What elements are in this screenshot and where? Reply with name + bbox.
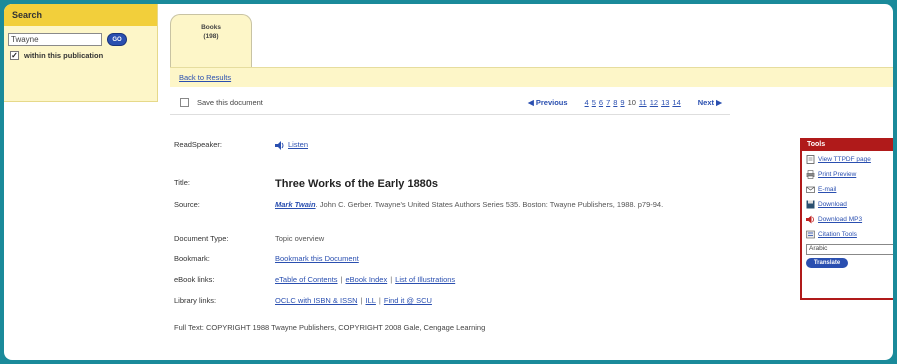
view-pdf-tool[interactable]: View TTPDF page bbox=[802, 153, 893, 166]
ebook-illustrations-link[interactable]: List of Illustrations bbox=[395, 275, 455, 284]
page-link[interactable]: 11 bbox=[639, 98, 647, 107]
page-link[interactable]: 14 bbox=[672, 98, 680, 107]
separator: | bbox=[390, 275, 393, 284]
page-link[interactable]: 9 bbox=[620, 98, 624, 107]
tab-books[interactable]: Books (198) bbox=[170, 14, 252, 68]
source-author-link[interactable]: Mark Twain bbox=[275, 200, 316, 209]
current-page: 10 bbox=[627, 98, 636, 107]
divider bbox=[170, 114, 730, 115]
find-it-link[interactable]: Find it @ SCU bbox=[384, 296, 432, 305]
tools-panel: Tools View TTPDF page Print Preview E-ma… bbox=[800, 138, 893, 300]
ebook-index-link[interactable]: eBook Index bbox=[346, 275, 388, 284]
page-icon bbox=[806, 155, 815, 164]
listen-button[interactable]: Listen bbox=[275, 140, 308, 150]
ill-link[interactable]: ILL bbox=[365, 296, 375, 305]
within-publication-option[interactable]: ✓ within this publication bbox=[10, 51, 103, 60]
page-link[interactable]: 8 bbox=[613, 98, 617, 107]
download-mp3-label: Download MP3 bbox=[818, 216, 863, 223]
within-publication-checkbox[interactable]: ✓ bbox=[10, 51, 19, 60]
save-document-option[interactable]: Save this document bbox=[180, 98, 263, 107]
title-row: Title: Three Works of the Early 1880s bbox=[174, 178, 438, 190]
translate-button[interactable]: Translate bbox=[806, 258, 848, 268]
search-header: Search bbox=[4, 4, 157, 26]
tools-header: Tools bbox=[802, 140, 893, 151]
previous-link[interactable]: ◀ Previous bbox=[528, 98, 568, 107]
speaker-icon bbox=[275, 140, 284, 150]
page-link[interactable]: 7 bbox=[606, 98, 610, 107]
within-publication-label: within this publication bbox=[24, 51, 104, 60]
oclc-link[interactable]: OCLC with ISBN & ISSN bbox=[275, 296, 358, 305]
separator: | bbox=[378, 296, 381, 305]
download-label: Download bbox=[818, 201, 847, 208]
citation-icon bbox=[806, 230, 815, 239]
full-text: Full Text: COPYRIGHT 1988 Twayne Publish… bbox=[174, 323, 486, 332]
library-links-label: Library links: bbox=[174, 296, 217, 305]
page-link[interactable]: 13 bbox=[661, 98, 669, 107]
ebook-links-label: eBook links: bbox=[174, 275, 215, 284]
view-pdf-label: View TTPDF page bbox=[818, 156, 871, 163]
citation-label: Citation Tools bbox=[818, 231, 857, 238]
download-mp3-tool[interactable]: Download MP3 bbox=[802, 213, 893, 226]
listen-link[interactable]: Listen bbox=[288, 140, 308, 150]
download-tool[interactable]: Download bbox=[802, 198, 893, 211]
page-link[interactable]: 4 bbox=[585, 98, 589, 107]
results-bar: Back to Results bbox=[170, 67, 893, 87]
page-link[interactable]: 5 bbox=[592, 98, 596, 107]
print-preview-tool[interactable]: Print Preview bbox=[802, 168, 893, 181]
readspeaker-label: ReadSpeaker: bbox=[174, 140, 222, 149]
back-to-results-link[interactable]: Back to Results bbox=[179, 73, 231, 82]
tab-books-label: Books bbox=[201, 24, 221, 31]
print-preview-label: Print Preview bbox=[818, 171, 857, 178]
bookmark-row: Bookmark: Bookmark this Document bbox=[174, 254, 359, 264]
speaker-icon bbox=[806, 215, 814, 224]
search-input[interactable] bbox=[8, 33, 102, 46]
doctype-value: Topic overview bbox=[275, 234, 325, 243]
download-icon bbox=[806, 200, 815, 209]
tab-books-count: (198) bbox=[203, 33, 219, 40]
doctype-label: Document Type: bbox=[174, 234, 229, 243]
ebook-links: eTable of Contents | eBook Index | List of I… bbox=[275, 275, 455, 285]
ebook-links-row: eBook links: eTable of Contents | eBook In… bbox=[174, 275, 455, 285]
source-value: Mark Twain. John C. Gerber. Twayne's Uni… bbox=[275, 200, 695, 210]
printer-icon bbox=[806, 170, 815, 179]
email-label: E-mail bbox=[818, 186, 837, 193]
next-link[interactable]: Next ▶ bbox=[698, 98, 722, 107]
ebook-toc-link[interactable]: eTable of Contents bbox=[275, 275, 338, 284]
go-button[interactable]: GO bbox=[107, 33, 127, 46]
source-label: Source: bbox=[174, 200, 200, 209]
source-row: Source: Mark Twain. John C. Gerber. Tway… bbox=[174, 200, 695, 210]
language-select[interactable]: Arabic bbox=[806, 244, 893, 255]
library-links: OCLC with ISBN & ISSN | ILL | Find it @ SCU bbox=[275, 296, 432, 306]
page-link[interactable]: 6 bbox=[599, 98, 603, 107]
search-panel: Search GO ✓ within this publication bbox=[4, 4, 158, 102]
page-frame: Search GO ✓ within this publication Book… bbox=[4, 4, 893, 360]
source-citation: . John C. Gerber. Twayne's United States… bbox=[315, 200, 664, 209]
separator: | bbox=[360, 296, 363, 305]
pager: ◀ Previous 4 5 6 7 8 9 10 11 12 13 14 Ne… bbox=[528, 98, 722, 107]
title-value: Three Works of the Early 1880s bbox=[275, 178, 439, 190]
save-document-checkbox[interactable] bbox=[180, 98, 189, 107]
doctype-row: Document Type: Topic overview bbox=[174, 234, 324, 244]
readspeaker-row: ReadSpeaker: Listen bbox=[174, 140, 308, 150]
citation-tool[interactable]: Citation Tools bbox=[802, 228, 893, 241]
separator: | bbox=[340, 275, 343, 284]
email-tool[interactable]: E-mail bbox=[802, 183, 893, 196]
bookmark-label: Bookmark: bbox=[174, 254, 210, 263]
page-link[interactable]: 12 bbox=[650, 98, 658, 107]
email-icon bbox=[806, 186, 815, 193]
title-label: Title: bbox=[174, 178, 190, 187]
search-row: GO bbox=[8, 33, 127, 46]
bookmark-link[interactable]: Bookmark this Document bbox=[275, 254, 359, 264]
library-links-row: Library links: OCLC with ISBN & ISSN | ILL… bbox=[174, 296, 432, 306]
save-document-label: Save this document bbox=[197, 98, 263, 107]
